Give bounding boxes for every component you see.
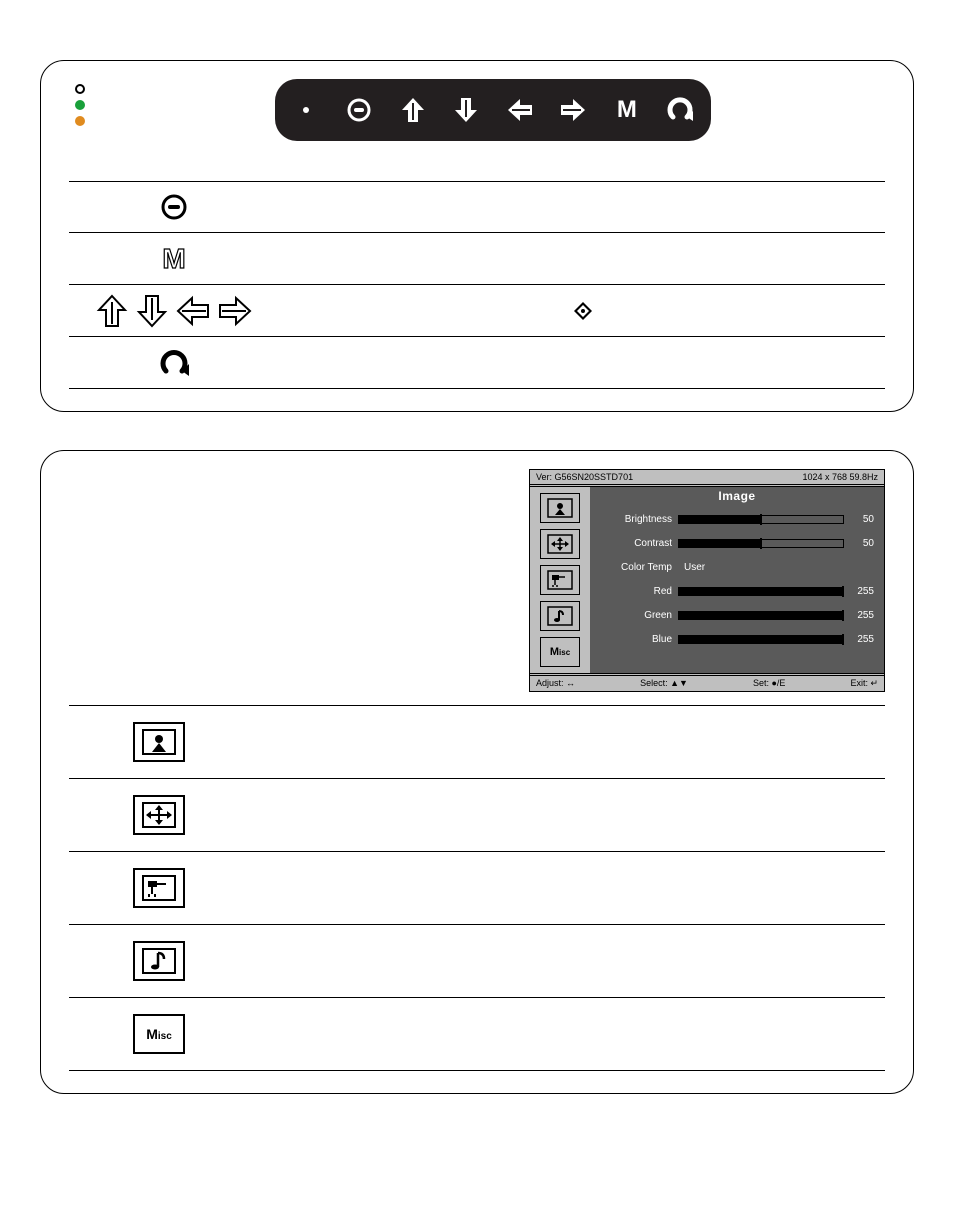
osd-tab-geometry[interactable]: [540, 529, 580, 559]
osd-window: Ver: G56SN20SSTD701 1024 x 768 59.8Hz Mi…: [529, 469, 885, 692]
return-icon: [657, 95, 703, 125]
return-icon: [157, 346, 191, 380]
osd-item-label: Green: [600, 610, 678, 621]
osd-slider[interactable]: [678, 515, 844, 524]
osd-tab-misc[interactable]: Misc: [540, 637, 580, 667]
osd-item-value: 255: [844, 586, 874, 597]
power-ring-icon: [336, 97, 382, 123]
misc-tab-icon: Misc: [133, 1014, 185, 1054]
osd-tab-strip: Misc: [530, 487, 590, 673]
hint-select: Select: ▲▼: [640, 678, 688, 689]
hint-adjust: Adjust: ↔: [536, 678, 575, 689]
led-off-icon: [75, 84, 85, 94]
left-arrow-icon: [175, 294, 211, 328]
table-row: M: [69, 233, 885, 285]
osd-item-value: 255: [844, 610, 874, 621]
osd-slider[interactable]: [678, 611, 844, 620]
osd-panel: Ver: G56SN20SSTD701 1024 x 768 59.8Hz Mi…: [40, 450, 914, 1094]
hint-exit: Exit: ↵: [850, 678, 878, 689]
left-arrow-icon: [497, 97, 543, 123]
osd-slider[interactable]: [678, 539, 844, 548]
led-amber-icon: [75, 116, 85, 126]
osd-tab-table: Misc: [69, 705, 885, 1071]
table-row: [69, 778, 885, 852]
osd-slider[interactable]: [678, 587, 844, 596]
osd-ver: G56SN20SSTD701: [555, 472, 634, 482]
right-arrow-icon: [217, 294, 253, 328]
osd-item[interactable]: Blue 255: [600, 627, 874, 651]
osd-item[interactable]: Color TempUser: [600, 555, 874, 579]
osd-item[interactable]: Green 255: [600, 603, 874, 627]
osd-item-value: 50: [844, 538, 874, 549]
osd-slider[interactable]: [678, 635, 844, 644]
osd-item-label: Contrast: [600, 538, 678, 549]
osd-item-label: Color Temp: [600, 562, 678, 573]
table-row: [69, 285, 885, 337]
up-arrow-icon: [95, 293, 129, 329]
osd-tab-signal[interactable]: [540, 565, 580, 595]
down-arrow-icon: [443, 96, 489, 124]
menu-m-icon: M: [162, 243, 185, 275]
osd-hints: Adjust: ↔ Select: ▲▼ Set: ●/E Exit: ↵: [530, 673, 884, 691]
osd-item[interactable]: Red 255: [600, 579, 874, 603]
osd-item[interactable]: Contrast 50: [600, 531, 874, 555]
osd-item-value: 255: [844, 634, 874, 645]
diamond-icon: [573, 301, 593, 321]
image-tab-icon: [133, 722, 185, 762]
table-row: [69, 705, 885, 779]
table-row: [69, 337, 885, 389]
up-arrow-icon: [390, 96, 436, 124]
hint-set: Set: ●/E: [753, 678, 785, 689]
geometry-tab-icon: [133, 795, 185, 835]
signal-tab-icon: [133, 868, 185, 908]
status-leds: [75, 84, 85, 126]
osd-item-value: User: [678, 562, 844, 573]
controls-table: M: [69, 181, 885, 389]
osd-item-value: 50: [844, 514, 874, 525]
controls-panel: M M: [40, 60, 914, 412]
menu-m-icon: M: [604, 96, 650, 124]
table-row: Misc: [69, 997, 885, 1071]
osd-mode: 1024 x 768 59.8Hz: [802, 472, 878, 482]
down-arrow-icon: [135, 293, 169, 329]
table-row: [69, 924, 885, 998]
osd-ver-label: Ver:: [536, 472, 552, 482]
osd-item-label: Blue: [600, 634, 678, 645]
osd-tab-image[interactable]: [540, 493, 580, 523]
table-row: [69, 851, 885, 925]
led-green-icon: [75, 100, 85, 110]
osd-item[interactable]: Brightness 50: [600, 507, 874, 531]
osd-tab-audio[interactable]: [540, 601, 580, 631]
table-row: [69, 181, 885, 233]
power-ring-icon: [159, 192, 189, 222]
osd-item-label: Brightness: [600, 514, 678, 525]
osd-title: Image: [600, 489, 874, 507]
audio-tab-icon: [133, 941, 185, 981]
osd-item-label: Red: [600, 586, 678, 597]
right-arrow-icon: [550, 97, 596, 123]
front-key-bar: M: [275, 79, 711, 141]
power-dot-icon: [283, 106, 329, 114]
